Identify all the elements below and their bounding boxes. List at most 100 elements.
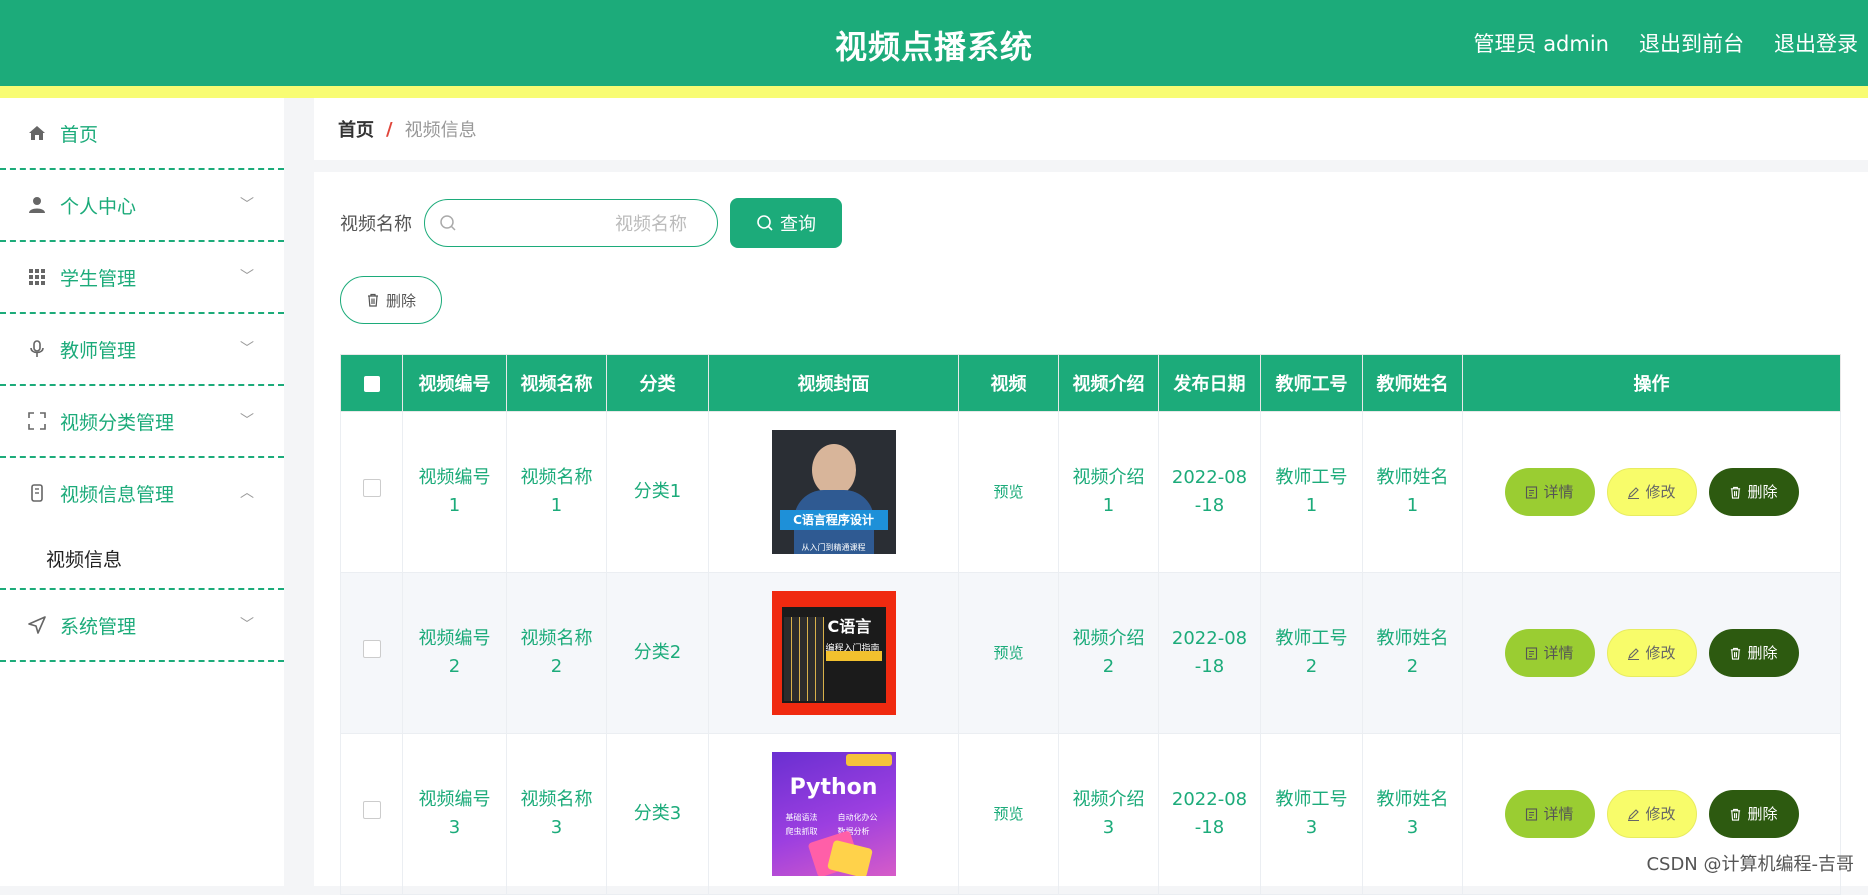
detail-button[interactable]: 详情 bbox=[1504, 790, 1595, 838]
column-header: 视频介绍 bbox=[1058, 354, 1159, 412]
select-all-checkbox[interactable] bbox=[363, 375, 380, 392]
video-name-cell: 视频名称 1 bbox=[506, 411, 607, 573]
delete-label: 删除 bbox=[1747, 805, 1778, 823]
cover-book-spine bbox=[783, 617, 792, 701]
column-header: 教师工号 bbox=[1260, 354, 1363, 412]
detail-label: 详情 bbox=[1543, 644, 1574, 662]
teacher-name-cell: 教师姓名 1 bbox=[1362, 411, 1463, 573]
cell-text: 视频编号 bbox=[418, 628, 491, 649]
edit-button[interactable]: 修改 bbox=[1606, 629, 1697, 677]
cell-text: 3 bbox=[1102, 817, 1115, 838]
cell-text: 2022-08 bbox=[1171, 467, 1248, 488]
sidebar-item-label: 系统管理 bbox=[60, 615, 137, 638]
logout-link[interactable]: 退出登录 bbox=[1774, 28, 1858, 58]
video-no-cell: 视频编号 2 bbox=[402, 572, 507, 734]
intro-cell: 视频介绍 1 bbox=[1058, 411, 1159, 573]
intro-cell: 视频介绍 2 bbox=[1058, 572, 1159, 734]
actions-cell: 详情 修改 删除 bbox=[1462, 572, 1841, 734]
row-select-cell bbox=[340, 572, 403, 734]
cell-text: 教师姓名 bbox=[1376, 467, 1449, 488]
sidebar-item-system[interactable]: 系统管理 ﹀ bbox=[0, 590, 284, 662]
video-cell: 预览 bbox=[958, 572, 1059, 734]
intro-cell: 视频介绍 3 bbox=[1058, 733, 1159, 895]
sidebar-item-students[interactable]: 学生管理 ﹀ bbox=[0, 242, 284, 314]
sidebar-item-personal[interactable]: 个人中心 ﹀ bbox=[0, 170, 284, 242]
search-form: 视频名称 查询 bbox=[340, 198, 842, 248]
cell-text: 2 bbox=[1102, 656, 1115, 677]
cell-text: -18 bbox=[1194, 817, 1225, 838]
chevron-down-icon: ﹀ bbox=[240, 341, 254, 357]
sidebar-item-video-category[interactable]: 视频分类管理 ﹀ bbox=[0, 386, 284, 458]
sidebar-item-label: 教师管理 bbox=[60, 339, 137, 362]
cell-text: 3 bbox=[1406, 817, 1419, 838]
row-checkbox[interactable] bbox=[362, 479, 381, 497]
edit-icon bbox=[1628, 486, 1640, 499]
sidebar-item-label: 视频分类管理 bbox=[60, 411, 175, 434]
row-select-cell bbox=[340, 733, 403, 895]
document-icon bbox=[1526, 485, 1538, 499]
video-cover-image[interactable]: C语言 编程入门指南 bbox=[771, 591, 896, 715]
home-icon bbox=[26, 122, 48, 144]
cell-text: 视频介绍 bbox=[1072, 789, 1145, 810]
cell-text: 2022-08 bbox=[1171, 628, 1248, 649]
trash-icon bbox=[1731, 647, 1741, 660]
detail-label: 详情 bbox=[1543, 483, 1574, 501]
chevron-down-icon: ﹀ bbox=[240, 269, 254, 285]
chevron-down-icon: ﹀ bbox=[240, 413, 254, 429]
detail-button[interactable]: 详情 bbox=[1504, 629, 1595, 677]
table-header-row: 视频编号 视频名称 分类 视频封面 视频 视频介绍 发布日期 教师工号 教师姓名… bbox=[340, 354, 1841, 412]
video-table: 视频编号 视频名称 分类 视频封面 视频 视频介绍 发布日期 教师工号 教师姓名… bbox=[340, 354, 1841, 895]
category-cell: 分类1 bbox=[606, 411, 709, 573]
cover-badge bbox=[845, 754, 892, 766]
delete-button[interactable]: 删除 bbox=[1708, 629, 1799, 677]
trash-icon bbox=[367, 293, 378, 307]
cell-text: 教师姓名 bbox=[1376, 628, 1449, 649]
batch-delete-label: 删除 bbox=[385, 291, 416, 310]
preview-link[interactable]: 预览 bbox=[993, 483, 1023, 501]
detail-button[interactable]: 详情 bbox=[1504, 468, 1595, 516]
delete-button[interactable]: 删除 bbox=[1708, 790, 1799, 838]
sidebar-item-video-info[interactable]: 视频信息管理 ︿ bbox=[0, 458, 284, 528]
cell-text: 1 bbox=[1305, 495, 1318, 516]
trash-icon bbox=[1731, 486, 1741, 499]
chevron-down-icon: ﹀ bbox=[240, 197, 254, 213]
cell-text: 视频名称 bbox=[520, 467, 593, 488]
cell-text: 2 bbox=[448, 656, 461, 677]
video-cover-image[interactable]: C语言程序设计 从入门到精通课程 bbox=[771, 430, 896, 554]
cell-text: 3 bbox=[448, 817, 461, 838]
edit-button[interactable]: 修改 bbox=[1606, 790, 1697, 838]
preview-link[interactable]: 预览 bbox=[993, 805, 1023, 823]
breadcrumb: 首页 / 视频信息 bbox=[314, 98, 1868, 160]
column-header: 视频编号 bbox=[402, 354, 507, 412]
video-cover-image[interactable]: Python 基础语法 自动化办公 爬虫抓取 数据分析 bbox=[771, 752, 896, 876]
category-cell: 分类3 bbox=[606, 733, 709, 895]
main-panel: 视频名称 查询 删除 视频编号 视频名称 分类 视频封面 bbox=[314, 172, 1868, 895]
column-header: 教师姓名 bbox=[1362, 354, 1463, 412]
back-to-front-link[interactable]: 退出到前台 bbox=[1639, 28, 1744, 58]
batch-delete-button[interactable]: 删除 bbox=[340, 276, 442, 324]
delete-button[interactable]: 删除 bbox=[1708, 468, 1799, 516]
edit-label: 修改 bbox=[1645, 805, 1676, 823]
edit-button[interactable]: 修改 bbox=[1606, 468, 1697, 516]
row-select-cell bbox=[340, 411, 403, 573]
cell-text: 教师工号 bbox=[1275, 789, 1348, 810]
search-input[interactable] bbox=[465, 208, 689, 240]
preview-link[interactable]: 预览 bbox=[993, 644, 1023, 662]
table-row: 视频编号 2 视频名称 2 分类2 C语言 编程入门指南 预览 视频介绍 2 2… bbox=[340, 572, 1841, 734]
breadcrumb-home[interactable]: 首页 bbox=[338, 116, 374, 142]
cell-text: 视频编号 bbox=[418, 467, 491, 488]
video-no-cell: 视频编号 1 bbox=[402, 411, 507, 573]
sidebar-item-home[interactable]: 首页 bbox=[0, 98, 284, 170]
row-checkbox[interactable] bbox=[362, 801, 381, 819]
query-button[interactable]: 查询 bbox=[730, 198, 842, 248]
cell-text: 视频介绍 bbox=[1072, 467, 1145, 488]
edit-label: 修改 bbox=[1645, 483, 1676, 501]
cover-cell: C语言程序设计 从入门到精通课程 bbox=[708, 411, 959, 573]
video-cell: 预览 bbox=[958, 411, 1059, 573]
sidebar: 首页 个人中心 ﹀ 学生管理 ﹀ 教师管理 ﹀ 视频分类管理 ﹀ 视频信息管理 … bbox=[0, 98, 284, 886]
row-checkbox[interactable] bbox=[362, 640, 381, 658]
sidebar-item-teachers[interactable]: 教师管理 ﹀ bbox=[0, 314, 284, 386]
column-header: 操作 bbox=[1462, 354, 1841, 412]
cell-text: 2022-08 bbox=[1171, 789, 1248, 810]
sidebar-subitem-label[interactable]: 视频信息 bbox=[46, 545, 122, 572]
